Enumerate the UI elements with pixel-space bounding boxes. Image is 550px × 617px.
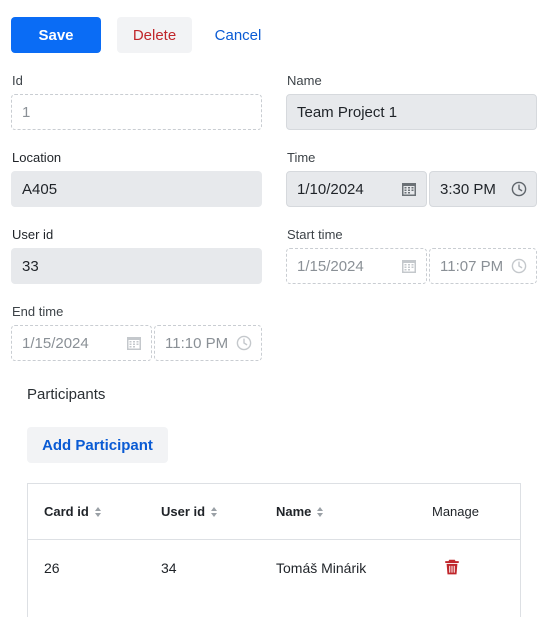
time-date-value: 1/10/2024 [297,180,364,198]
user-id-field[interactable]: 33 [11,248,262,284]
time-time-value: 3:30 PM [440,180,496,198]
sort-icon[interactable] [317,506,324,517]
start-time-label: Start time [287,227,343,242]
column-label: Manage [432,504,479,519]
cell-name: Tomáš Minárik [276,560,367,576]
trash-icon[interactable] [443,558,461,576]
name-label: Name [287,73,322,88]
participants-title: Participants [27,386,106,403]
delete-button[interactable]: Delete [117,17,192,53]
calendar-icon[interactable] [400,180,418,198]
sort-icon[interactable] [94,506,101,517]
column-header-user-id[interactable]: User id [161,504,218,519]
column-header-name[interactable]: Name [276,504,324,519]
save-button[interactable]: Save [11,17,101,53]
end-date-field: 1/15/2024 [11,325,152,361]
clock-icon[interactable] [510,180,528,198]
id-field: 1 [11,94,262,130]
id-label: Id [12,73,23,88]
calendar-icon [400,257,418,275]
cell-card-id: 26 [44,560,60,576]
time-date-field[interactable]: 1/10/2024 [286,171,427,207]
sort-icon[interactable] [211,506,218,517]
table-header: Card id User id Name Manage [28,484,520,540]
user-id-label: User id [12,227,54,242]
end-time-value: 11:10 PM [165,334,229,352]
cell-user-id: 34 [161,560,177,576]
column-label: Name [276,504,312,519]
end-time-label: End time [12,304,64,319]
start-date-field: 1/15/2024 [286,248,427,284]
clock-icon [235,334,253,352]
participants-table: Card id User id Name Manage 26 34 Tomáš … [27,483,521,617]
start-time-field: 11:07 PM [429,248,537,284]
column-header-manage: Manage [432,504,479,519]
time-time-field[interactable]: 3:30 PM [429,171,537,207]
time-label: Time [287,150,316,165]
start-date-value: 1/15/2024 [297,257,364,275]
clock-icon [510,257,528,275]
column-label: Card id [44,504,89,519]
end-time-field: 11:10 PM [154,325,262,361]
column-header-card-id[interactable]: Card id [44,504,101,519]
location-field[interactable]: A405 [11,171,262,207]
name-field[interactable]: Team Project 1 [286,94,537,130]
column-label: User id [161,504,206,519]
end-date-value: 1/15/2024 [22,334,89,352]
cancel-button[interactable]: Cancel [204,17,272,53]
calendar-icon [125,334,143,352]
start-time-value: 11:07 PM [440,257,504,275]
location-label: Location [12,150,62,165]
add-participant-button[interactable]: Add Participant [27,427,168,463]
